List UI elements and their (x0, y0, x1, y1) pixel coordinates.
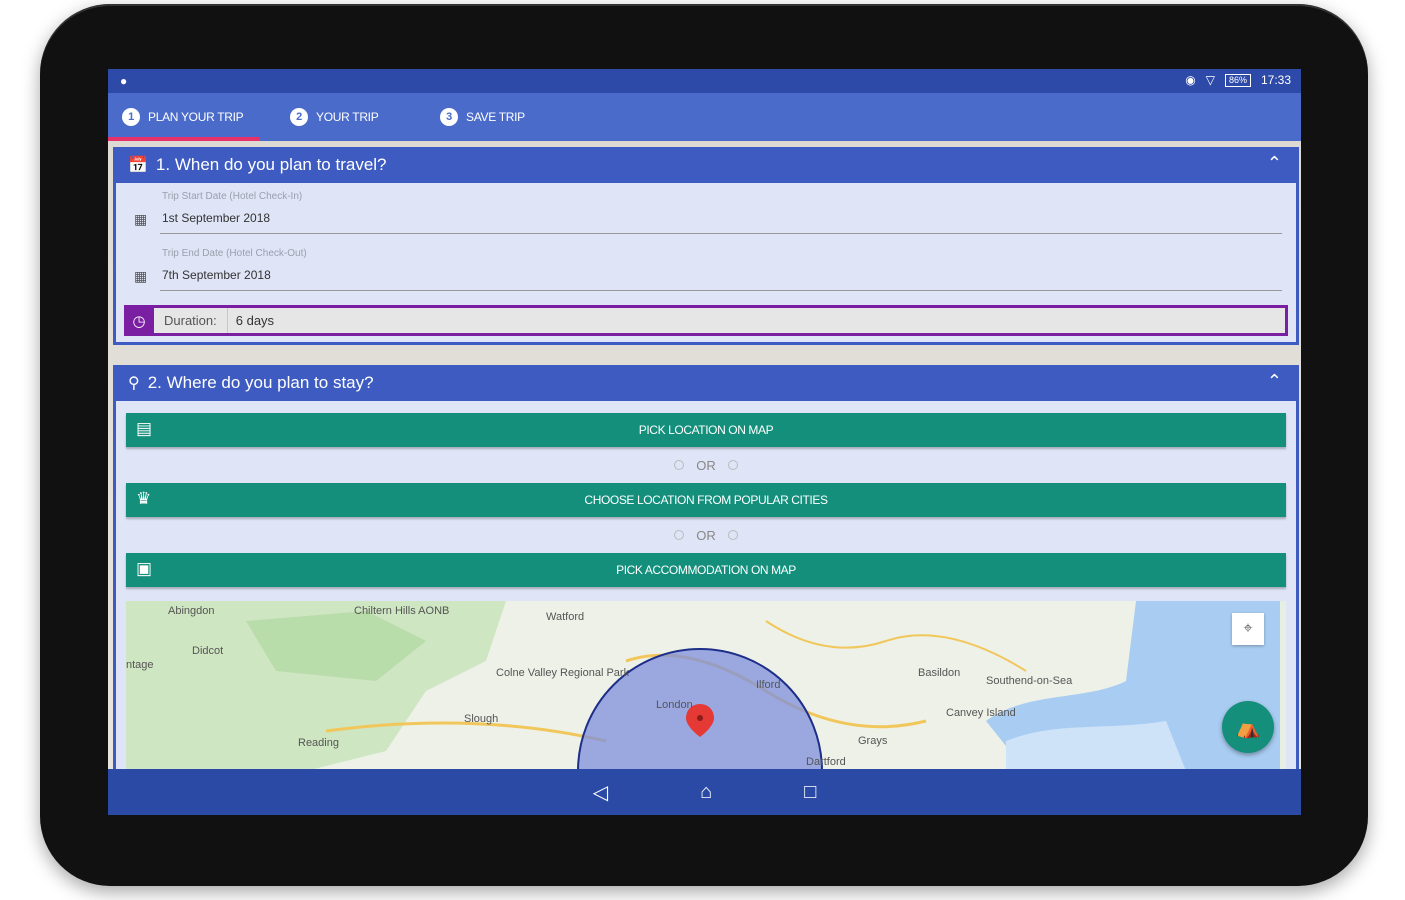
or-divider: OR (116, 517, 1296, 553)
travel-dates-card: 📅 1. When do you plan to travel? ⌃ Trip … (113, 147, 1299, 345)
crosshair-icon: ⌖ (1243, 620, 1253, 637)
location-pin-icon: ● (120, 74, 128, 88)
duration-label: Duration: (154, 308, 228, 333)
stay-location-card: ⚲ 2. Where do you plan to stay? ⌃ ▤ PICK… (113, 365, 1299, 778)
section-title: 1. When do you plan to travel? (155, 155, 387, 174)
section-title: 2. Where do you plan to stay? (147, 373, 374, 392)
end-date-value: 7th September 2018 (162, 268, 271, 282)
battery-icon: 86% (1224, 73, 1251, 87)
recents-icon[interactable]: □ (804, 781, 816, 804)
field-underline (160, 290, 1282, 291)
my-location-button[interactable]: ⌖ (1232, 613, 1264, 645)
start-date-field[interactable]: Trip Start Date (Hotel Check-In) ▦ 1st S… (126, 183, 1286, 240)
stay-location-header[interactable]: ⚲ 2. Where do you plan to stay? ⌃ (116, 365, 1296, 401)
field-underline (160, 233, 1282, 234)
map-label: Dartford (806, 756, 846, 768)
map-label: Colne Valley Regional Park (496, 667, 630, 679)
pick-location-on-map-button[interactable]: ▤ PICK LOCATION ON MAP (126, 413, 1286, 447)
screen: ● ◉ ▽ 86% 17:33 1 PLAN YOUR TRIP 2 YOUR … (108, 69, 1301, 815)
hotel-icon: ▣ (136, 559, 152, 578)
end-date-label: Trip End Date (Hotel Check-Out) (162, 248, 307, 259)
map-label: Chiltern Hills AONB (354, 605, 450, 617)
clock-icon: ◷ (124, 305, 154, 336)
tab-label: SAVE TRIP (466, 110, 525, 124)
button-label: PICK LOCATION ON MAP (638, 423, 774, 437)
map-label: Didcot (192, 645, 224, 657)
map-label: Reading (298, 737, 339, 749)
tab-label: YOUR TRIP (316, 110, 379, 124)
button-label: PICK ACCOMMODATION ON MAP (616, 563, 796, 577)
tab-label: PLAN YOUR TRIP (148, 110, 244, 124)
tab-number: 2 (290, 108, 308, 126)
divider-dot (674, 530, 685, 540)
city-icon: ♛ (136, 489, 151, 508)
home-icon[interactable]: ⌂ (700, 781, 712, 804)
map-label: Abingdon (168, 605, 215, 617)
tab-save-trip[interactable]: 3 SAVE TRIP (440, 93, 525, 141)
chevron-up-icon[interactable]: ⌃ (1267, 153, 1282, 174)
wifi-icon: ▽ (1205, 73, 1215, 87)
or-divider: OR (116, 447, 1296, 483)
map-label: Watford (546, 611, 585, 623)
tab-plan-your-trip[interactable]: 1 PLAN YOUR TRIP (122, 93, 244, 141)
divider-dot (674, 460, 685, 470)
calendar-icon: ▦ (134, 268, 148, 284)
chevron-up-icon[interactable]: ⌃ (1267, 371, 1282, 392)
back-icon[interactable]: ◁ (593, 780, 608, 805)
divider-dot (727, 460, 738, 470)
map-label: Slough (464, 713, 499, 725)
duration-value: 6 days (235, 313, 275, 328)
or-label: OR (696, 457, 716, 473)
system-nav-bar: ◁ ⌂ □ (108, 769, 1301, 815)
map-label: Ilford (756, 679, 781, 691)
choose-popular-city-button[interactable]: ♛ CHOOSE LOCATION FROM POPULAR CITIES (126, 483, 1286, 517)
calendar-icon: 📅 (128, 157, 148, 174)
duration-field: ◷ Duration: 6 days (124, 305, 1288, 336)
tab-number: 3 (440, 108, 458, 126)
clock: 17:33 (1260, 73, 1291, 87)
tab-your-trip[interactable]: 2 YOUR TRIP (290, 93, 379, 141)
tab-number: 1 (122, 108, 140, 126)
location-map[interactable]: Abingdon Chiltern Hills AONB Watford Did… (126, 601, 1286, 771)
map-label: Southend-on-Sea (986, 675, 1073, 687)
map-label: Grays (858, 735, 888, 747)
button-label: CHOOSE LOCATION FROM POPULAR CITIES (584, 493, 828, 507)
end-date-field[interactable]: Trip End Date (Hotel Check-Out) ▦ 7th Se… (126, 240, 1286, 297)
pick-accommodation-button[interactable]: ▣ PICK ACCOMMODATION ON MAP (126, 553, 1286, 587)
calendar-icon: ▦ (134, 211, 148, 227)
map-marker-icon: ⚲ (128, 375, 140, 392)
start-date-value: 1st September 2018 (162, 211, 271, 225)
start-date-label: Trip Start Date (Hotel Check-In) (162, 191, 303, 202)
walking-person-icon: ⛺ (1235, 716, 1261, 739)
or-label: OR (696, 527, 716, 543)
map-icon: ▤ (136, 419, 152, 438)
map-label: London (656, 699, 693, 711)
travel-dates-header[interactable]: 📅 1. When do you plan to travel? ⌃ (116, 147, 1296, 183)
tab-bar: 1 PLAN YOUR TRIP 2 YOUR TRIP 3 SAVE TRIP (108, 93, 1301, 141)
divider-dot (727, 530, 738, 540)
location-icon: ◉ (1185, 73, 1196, 87)
map-label: Canvey Island (946, 707, 1016, 719)
battery-level: 86% (1228, 74, 1247, 85)
walk-fab-button[interactable]: ⛺ (1222, 701, 1274, 753)
map-label: Basildon (918, 667, 961, 679)
map-label: ntage (126, 659, 154, 671)
tab-indicator (108, 137, 260, 141)
status-bar: ● ◉ ▽ 86% 17:33 (108, 69, 1301, 93)
